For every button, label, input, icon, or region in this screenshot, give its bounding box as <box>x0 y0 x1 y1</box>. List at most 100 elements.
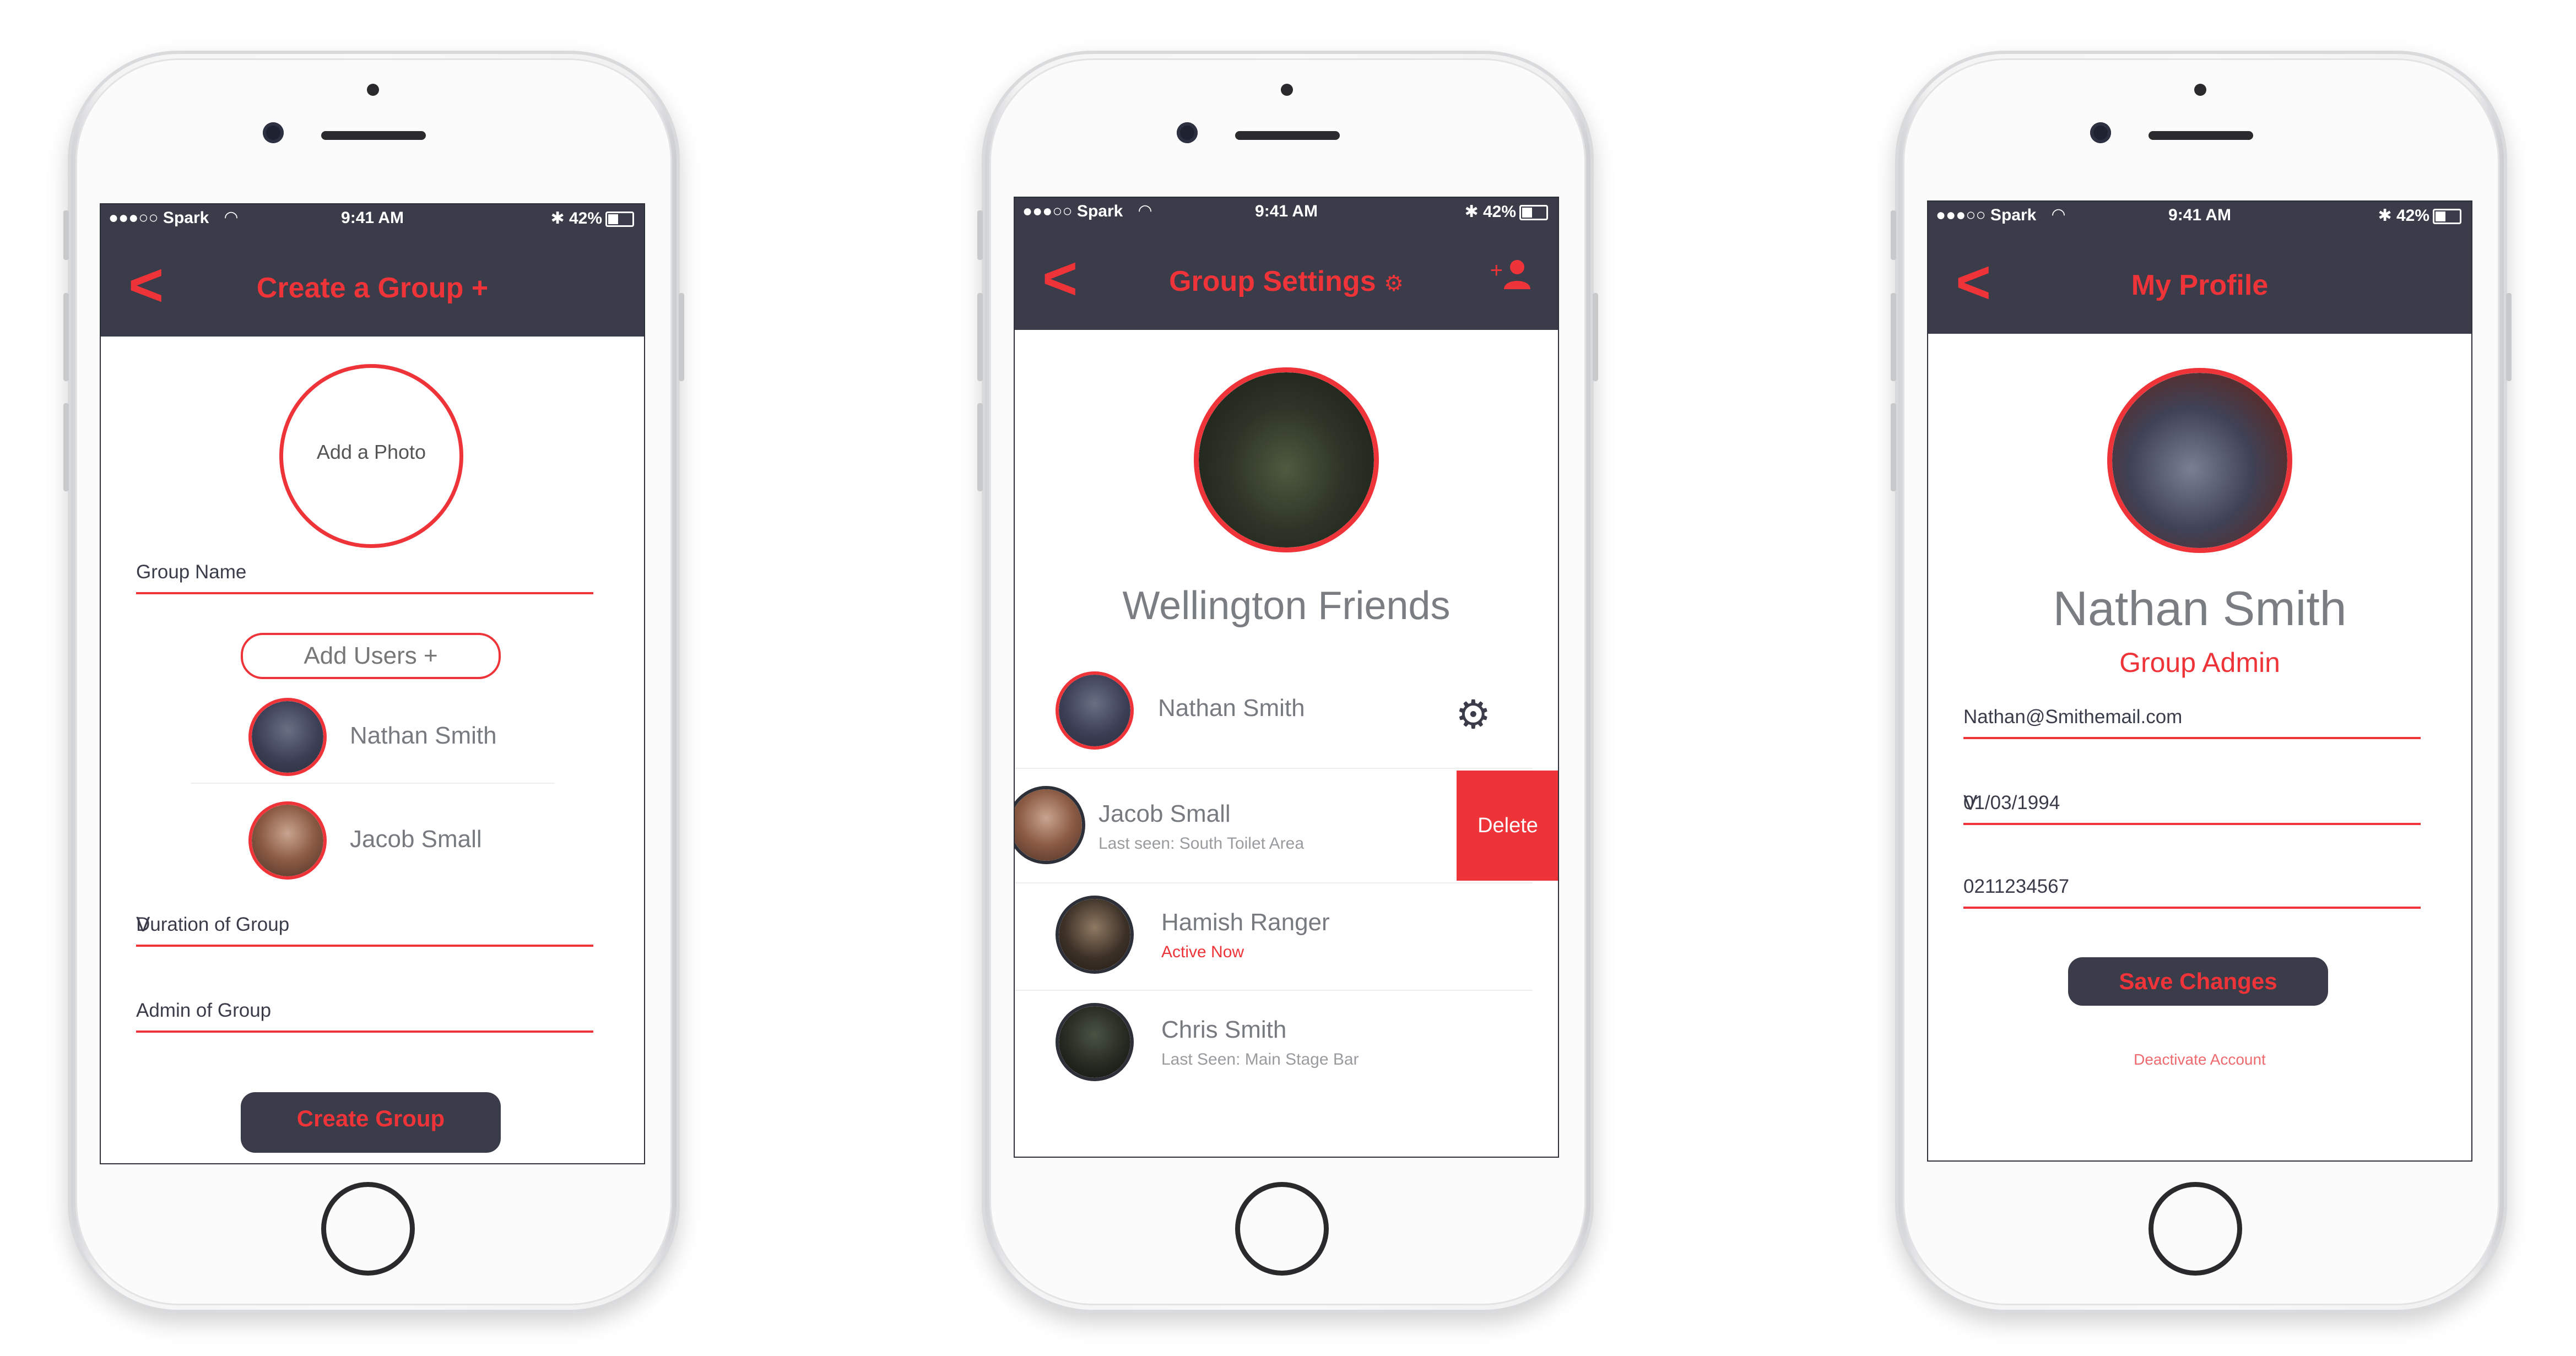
page-title: My Profile <box>2131 269 2269 301</box>
nav-bar: < Create a Group + <box>101 232 644 337</box>
power-button <box>679 293 684 381</box>
mute-switch <box>977 210 983 260</box>
volume-down-button <box>1891 403 1896 491</box>
phone-field[interactable]: 0211234567 <box>1963 871 2421 909</box>
earpiece-speaker <box>1235 131 1340 140</box>
power-button <box>1593 293 1598 381</box>
chevron-down-icon[interactable]: V <box>1963 791 2416 815</box>
avatar <box>1015 786 1085 864</box>
divider <box>191 783 555 784</box>
member-name: Nathan Smith <box>1158 695 1305 722</box>
group-name-heading: Wellington Friends <box>1122 584 1451 628</box>
front-camera <box>263 122 284 143</box>
status-bar: ●●●○○ Spark ◠ 9:41 AM ✱ 42% <box>1928 202 2471 229</box>
page-title: Create a Group + <box>256 272 489 304</box>
add-photo-label: Add a Photo <box>316 441 426 463</box>
proximity-sensor <box>1281 84 1293 96</box>
screen-group-settings: ●●●○○ Spark ◠ 9:41 AM ✱ 42% < Group Sett… <box>1014 197 1559 1158</box>
email-field[interactable]: Nathan@Smithemail.com <box>1963 702 2421 739</box>
list-item[interactable]: Chris Smith Last Seen: Main Stage Bar <box>1015 991 1558 1095</box>
member-name: Chris Smith <box>1161 1016 1287 1043</box>
home-button[interactable] <box>321 1182 415 1276</box>
battery-status: ✱ 42% <box>550 209 634 228</box>
add-photo-button[interactable]: Add a Photo <box>279 364 463 548</box>
page-title-text: Group Settings <box>1169 265 1376 297</box>
earpiece-speaker <box>2149 131 2253 140</box>
volume-down-button <box>63 403 69 491</box>
admin-label: Admin of Group <box>136 1000 272 1021</box>
delete-button[interactable]: Delete <box>1457 771 1558 881</box>
member-name: Jacob Small <box>1098 800 1231 827</box>
gear-icon[interactable]: ⚙ <box>1455 691 1491 737</box>
front-camera <box>1177 122 1198 143</box>
mute-switch <box>1891 210 1896 260</box>
person-icon <box>1504 260 1530 289</box>
power-button <box>2506 293 2512 381</box>
create-group-button[interactable]: Create Group <box>241 1092 501 1153</box>
home-button[interactable] <box>2149 1182 2242 1276</box>
list-item[interactable]: Hamish Ranger Active Now <box>1015 883 1558 988</box>
nav-bar: < My Profile <box>1928 229 2471 334</box>
user-name: Jacob Small <box>350 826 482 853</box>
group-photo <box>1194 367 1379 552</box>
screen-my-profile: ●●●○○ Spark ◠ 9:41 AM ✱ 42% < My Profile… <box>1927 200 2472 1162</box>
phone-frame-group-settings: ●●●○○ Spark ◠ 9:41 AM ✱ 42% < Group Sett… <box>977 51 1598 1313</box>
member-name: Hamish Ranger <box>1161 909 1330 936</box>
bluetooth-icon: ✱ <box>1464 203 1483 221</box>
volume-up-button <box>1891 293 1896 381</box>
list-item[interactable]: Jacob Small Last seen: South Toilet Area… <box>1015 771 1558 881</box>
volume-up-button <box>63 293 69 381</box>
phone-value: 0211234567 <box>1963 876 2070 897</box>
battery-icon <box>2433 209 2461 225</box>
phone-frame-my-profile: ●●●○○ Spark ◠ 9:41 AM ✱ 42% < My Profile… <box>1891 51 2512 1313</box>
divider <box>1015 768 1533 769</box>
profile-role: Group Admin <box>2119 647 2280 678</box>
create-group-form: Add a Photo Group Name Add Users + Natha… <box>101 337 644 1163</box>
battery-percent: 42% <box>569 209 602 227</box>
status-bar: ●●●○○ Spark ◠ 9:41 AM ✱ 42% <box>1015 198 1558 225</box>
avatar <box>248 801 327 880</box>
avatar <box>248 698 327 776</box>
page-title: Group Settings ⚙ <box>1015 265 1558 298</box>
avatar <box>1056 1003 1134 1081</box>
add-user-icon[interactable]: + <box>1490 258 1531 296</box>
member-status: Active Now <box>1161 943 1244 961</box>
volume-up-button <box>977 293 983 381</box>
list-item[interactable]: Nathan Smith ⚙ <box>1015 660 1558 765</box>
mute-switch <box>63 210 69 260</box>
chevron-down-icon[interactable]: V <box>136 913 589 937</box>
user-name: Nathan Smith <box>350 722 497 749</box>
bluetooth-icon: ✱ <box>550 209 569 227</box>
add-users-button[interactable]: Add Users + <box>241 633 501 679</box>
add-user-plus: + <box>1490 258 1503 283</box>
screen-create-group: ●●●○○ Spark ◠ 9:41 AM ✱ 42% < Create a G… <box>100 203 645 1164</box>
proximity-sensor <box>367 84 379 96</box>
duration-field[interactable]: Duration of Group V <box>136 909 593 947</box>
battery-status: ✱ 42% <box>1464 202 1548 221</box>
gear-icon: ⚙ <box>1384 272 1404 296</box>
front-camera <box>2090 122 2111 143</box>
member-status: Last Seen: Main Stage Bar <box>1161 1050 1359 1068</box>
avatar <box>1056 671 1134 750</box>
profile-photo <box>2107 368 2292 553</box>
home-button[interactable] <box>1235 1182 1329 1276</box>
bluetooth-icon: ✱ <box>2378 207 2396 225</box>
deactivate-account-link[interactable]: Deactivate Account <box>1928 1051 2471 1068</box>
volume-down-button <box>977 403 983 491</box>
member-status: Last seen: South Toilet Area <box>1098 834 1305 853</box>
dob-field[interactable]: 01/03/1994 V <box>1963 788 2421 825</box>
battery-status: ✱ 42% <box>2378 206 2461 225</box>
nav-bar: < Group Settings ⚙ + <box>1015 225 1558 330</box>
battery-icon <box>1519 205 1548 221</box>
battery-percent: 42% <box>1482 203 1516 221</box>
phone-frame-create-group: ●●●○○ Spark ◠ 9:41 AM ✱ 42% < Create a G… <box>63 51 684 1313</box>
group-name-label: Group Name <box>136 561 247 583</box>
group-name-field[interactable]: Group Name <box>136 557 593 594</box>
battery-icon <box>605 211 634 227</box>
email-value: Nathan@Smithemail.com <box>1963 706 2183 728</box>
admin-field[interactable]: Admin of Group <box>136 995 593 1033</box>
profile-name: Nathan Smith <box>2053 581 2347 636</box>
save-changes-button[interactable]: Save Changes <box>2068 957 2328 1006</box>
group-settings-body: Wellington Friends Nathan Smith ⚙ Jacob … <box>1015 330 1558 1157</box>
earpiece-speaker <box>321 131 426 140</box>
